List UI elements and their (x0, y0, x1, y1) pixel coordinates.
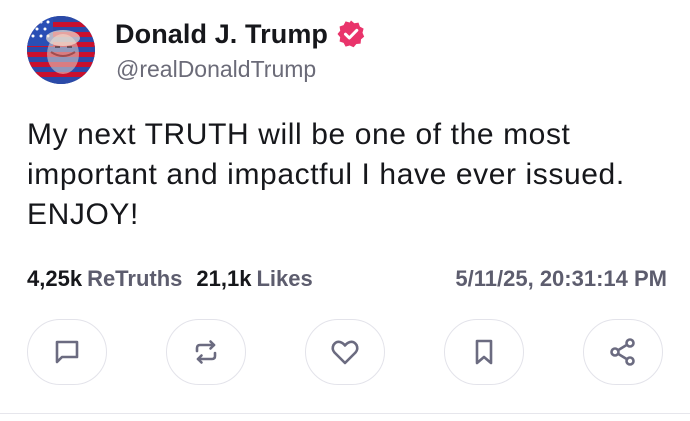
bookmark-button[interactable] (444, 319, 524, 385)
verified-badge-icon (336, 19, 366, 49)
post-body: My next TRUTH will be one of the most im… (27, 118, 625, 231)
post-divider (0, 413, 690, 414)
retruth-button[interactable] (166, 319, 246, 385)
post-timestamp: 5/11/25, 20:31:14 PM (455, 266, 667, 291)
repost-icon (195, 340, 217, 364)
likes-label: Likes (256, 266, 313, 291)
share-button[interactable] (583, 319, 663, 385)
retruths-label: ReTruths (87, 266, 183, 291)
truth-post: Donald J. Trump @realDonaldTrump My next… (0, 0, 690, 414)
likes-count: 21,1k (196, 266, 252, 291)
retruths-stat[interactable]: 4,25k ReTruths (27, 266, 182, 292)
comment-icon (55, 340, 79, 364)
share-icon (610, 338, 635, 366)
bookmark-icon (475, 339, 493, 365)
author-handle[interactable]: @realDonaldTrump (116, 56, 316, 83)
likes-stat[interactable]: 21,1k Likes (196, 266, 312, 292)
like-button[interactable] (305, 319, 385, 385)
heart-icon (331, 340, 359, 365)
post-actions (27, 319, 663, 387)
retruths-count: 4,25k (27, 266, 83, 291)
author-name-row: Donald J. Trump (115, 16, 366, 52)
reply-button[interactable] (27, 319, 107, 385)
avatar[interactable] (27, 16, 95, 84)
avatar-flag-portrait-image (27, 16, 95, 84)
author-display-name[interactable]: Donald J. Trump (115, 19, 328, 50)
post-stats: 4,25k ReTruths 21,1k Likes 5/11/25, 20:3… (27, 264, 667, 294)
